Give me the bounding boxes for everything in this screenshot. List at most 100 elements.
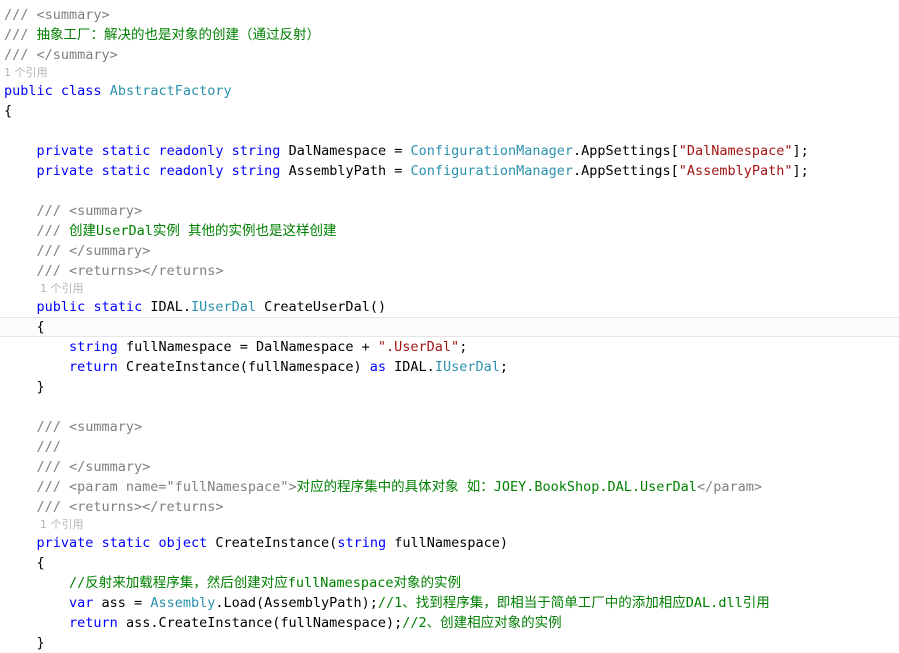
token-kw: public — [4, 83, 53, 99]
token-typ: ConfigurationManager — [410, 143, 574, 159]
token-plain: ass.CreateInstance(fullNamespace); — [117, 615, 403, 631]
token-kw: var — [69, 595, 94, 611]
code-line[interactable]: public class AbstractFactory — [0, 81, 899, 101]
token-plain: ; — [499, 359, 508, 375]
token-cmt: //1、找到程序集，即相当于简单工厂中的添加相应DAL.dll引用 — [377, 595, 770, 611]
code-line[interactable]: /// <returns></returns> — [0, 261, 899, 281]
code-line[interactable]: var ass = Assembly.Load(AssemblyPath);//… — [0, 593, 899, 613]
codelens-label[interactable]: 1 个引用 — [4, 66, 48, 79]
token-xml: /// </summary> — [36, 243, 151, 259]
code-line[interactable]: /// 创建UserDal实例 其他的实例也是这样创建 — [0, 221, 899, 241]
token-plain: CreateInstance(fullNamespace) — [117, 359, 370, 375]
code-line[interactable]: } — [0, 633, 899, 653]
token-xml: /// — [36, 439, 70, 455]
code-line[interactable]: /// <param name="fullNamespace">对应的程序集中的… — [0, 477, 899, 497]
code-line[interactable]: private static readonly string AssemblyP… — [0, 161, 899, 181]
code-line[interactable]: //反射来加载程序集，然后创建对应fullNamespace对象的实例 — [0, 573, 899, 593]
code-line[interactable]: { — [0, 101, 899, 121]
code-line[interactable]: /// <summary> — [0, 5, 899, 25]
codelens-reference-count[interactable]: 1 个引用 — [0, 65, 899, 81]
token-kw: string — [231, 163, 281, 179]
token-plain: ; — [459, 339, 468, 355]
code-line[interactable]: /// </summary> — [0, 241, 899, 261]
token-kw: return — [69, 615, 118, 631]
codelens-reference-count[interactable]: 1 个引用 — [0, 281, 899, 297]
token-xml: /// <summary> — [4, 7, 110, 23]
code-line[interactable]: private static object CreateInstance(str… — [0, 533, 899, 553]
token-cmt: //反射来加载程序集，然后创建对应fullNamespace对象的实例 — [69, 575, 461, 591]
token-plain: CreateUserDal() — [256, 299, 387, 315]
token-kw: object — [158, 535, 208, 551]
token-typ: IUserDal — [434, 359, 500, 375]
token-str: "DalNamespace" — [678, 143, 793, 159]
code-line[interactable] — [0, 397, 899, 417]
token-xml: </param> — [696, 479, 762, 495]
code-editor-surface[interactable]: /// <summary>/// 抽象工厂：解决的也是对象的创建（通过反射）//… — [0, 0, 899, 651]
token-kw: readonly — [158, 163, 224, 179]
code-line[interactable]: { — [0, 553, 899, 573]
code-line[interactable]: { — [0, 317, 899, 337]
token-plain: fullNamespace = DalNamespace + — [117, 339, 378, 355]
token-plain: CreateInstance( — [207, 535, 338, 551]
token-kw: static — [101, 143, 151, 159]
code-line[interactable]: } — [0, 377, 899, 397]
code-line[interactable]: return CreateInstance(fullNamespace) as … — [0, 357, 899, 377]
token-xmltext: 创建UserDal实例 其他的实例也是这样创建 — [69, 223, 337, 239]
token-plain: .Load(AssemblyPath); — [215, 595, 378, 611]
codelens-label[interactable]: 1 个引用 — [40, 282, 84, 295]
token-punc: } — [36, 635, 45, 651]
token-kw: static — [101, 163, 151, 179]
codelens-reference-count[interactable]: 1 个引用 — [0, 517, 899, 533]
token-xml: /// <param name="fullNamespace"> — [36, 479, 297, 495]
code-line[interactable]: /// <returns></returns> — [0, 497, 899, 517]
code-line[interactable]: /// <summary> — [0, 417, 899, 437]
code-lines-container: /// <summary>/// 抽象工厂：解决的也是对象的创建（通过反射）//… — [0, 5, 899, 653]
token-typ: Assembly — [150, 595, 216, 611]
code-line[interactable]: /// </summary> — [0, 45, 899, 65]
codelens-label[interactable]: 1 个引用 — [40, 518, 84, 531]
token-xml: /// </summary> — [36, 459, 151, 475]
code-line[interactable]: /// — [0, 437, 899, 457]
code-line[interactable]: private static readonly string DalNamesp… — [0, 141, 899, 161]
token-str: "AssemblyPath" — [678, 163, 793, 179]
code-line[interactable] — [0, 121, 899, 141]
code-line[interactable]: return ass.CreateInstance(fullNamespace)… — [0, 613, 899, 633]
token-kw: readonly — [158, 143, 224, 159]
token-plain: .AppSettings[ — [573, 163, 679, 179]
code-line[interactable]: /// </summary> — [0, 457, 899, 477]
token-typ: ConfigurationManager — [410, 163, 574, 179]
token-punc: { — [36, 319, 45, 335]
token-plain: IDAL. — [386, 359, 435, 375]
token-plain: ass = — [93, 595, 151, 611]
code-line[interactable]: /// <summary> — [0, 201, 899, 221]
token-cmt: //2、创建相应对象的实例 — [402, 615, 562, 631]
code-line[interactable]: public static IDAL.IUserDal CreateUserDa… — [0, 297, 899, 317]
token-str: ".UserDal" — [377, 339, 460, 355]
token-xml: /// <summary> — [36, 203, 143, 219]
code-line[interactable] — [0, 181, 899, 201]
code-line[interactable]: string fullNamespace = DalNamespace + ".… — [0, 337, 899, 357]
token-kw: private — [36, 163, 94, 179]
token-plain: ]; — [792, 163, 809, 179]
code-line[interactable]: /// 抽象工厂：解决的也是对象的创建（通过反射） — [0, 25, 899, 45]
token-kw: private — [36, 535, 94, 551]
token-plain: .AppSettings[ — [573, 143, 679, 159]
token-kw: public — [36, 299, 86, 315]
token-plain: IDAL. — [142, 299, 191, 315]
token-xmltext: 抽象工厂：解决的也是对象的创建（通过反射） — [36, 27, 321, 43]
